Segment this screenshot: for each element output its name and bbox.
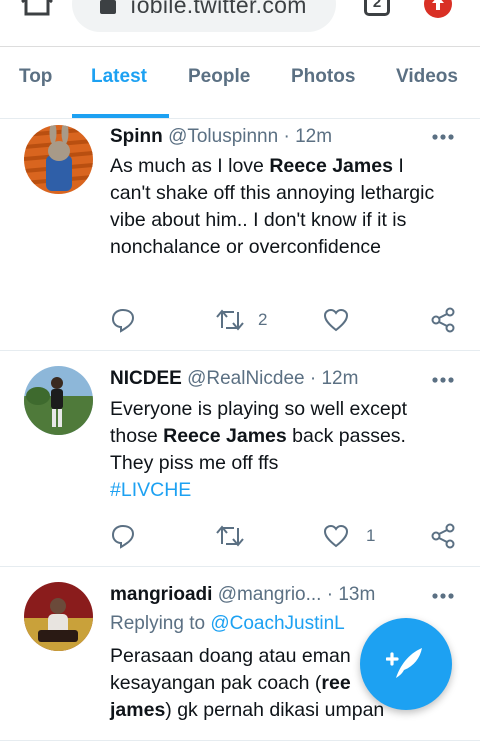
update-icon[interactable]: [424, 0, 452, 18]
highlighted-term: ree: [321, 672, 351, 694]
search-tabs: Top Latest People Photos Videos: [0, 46, 480, 119]
user-handle[interactable]: @Toluspinnn: [168, 126, 278, 147]
display-name[interactable]: Spinn: [110, 126, 163, 147]
tab-videos[interactable]: Videos: [396, 66, 458, 88]
active-tab-indicator: [72, 114, 169, 118]
like-count: 1: [366, 526, 376, 545]
tweet[interactable]: NICDEE @RealNicdee · 12m Everyone is pla…: [0, 351, 480, 566]
separator-dot: ·: [326, 584, 334, 605]
share-icon[interactable]: [430, 523, 456, 549]
reply-icon[interactable]: [110, 307, 136, 333]
avatar[interactable]: [24, 366, 93, 435]
compose-tweet-button[interactable]: [360, 618, 452, 710]
hashtag-link[interactable]: #LIVCHE: [110, 479, 191, 501]
tab-photos[interactable]: Photos: [291, 66, 355, 88]
avatar[interactable]: [24, 582, 93, 651]
tweet-header: NICDEE @RealNicdee · 12m: [110, 368, 358, 390]
user-handle[interactable]: @RealNicdee: [187, 368, 305, 389]
more-options-icon[interactable]: [431, 133, 455, 141]
timestamp[interactable]: 13m: [338, 584, 375, 605]
highlighted-term: james: [110, 699, 166, 721]
highlighted-term: Reece James: [269, 155, 393, 177]
lock-icon: [100, 0, 116, 14]
retweet-icon[interactable]: [216, 308, 244, 332]
url-text[interactable]: ıobile.twitter.com: [130, 0, 307, 19]
more-options-icon[interactable]: [431, 592, 455, 600]
heart-icon[interactable]: [323, 308, 349, 332]
mention-link[interactable]: @CoachJustinL: [210, 613, 344, 634]
compose-tweet-icon: [386, 648, 422, 678]
user-handle[interactable]: @mangrio...: [218, 584, 322, 605]
heart-icon[interactable]: [323, 524, 349, 548]
highlighted-term: Reece James: [163, 425, 287, 447]
tab-people[interactable]: People: [188, 66, 250, 88]
separator-dot: ·: [283, 126, 290, 147]
reply-icon[interactable]: [110, 523, 136, 549]
avatar[interactable]: [24, 125, 93, 194]
tab-switcher-button[interactable]: 2: [364, 0, 390, 16]
retweet-count: 2: [258, 310, 268, 329]
tweet-header: mangrioadi @mangrio... · 13m: [110, 584, 375, 606]
replying-to: Replying to @CoachJustinL: [110, 613, 345, 634]
timestamp[interactable]: 12m: [295, 126, 332, 147]
tweet[interactable]: Spinn @Toluspinnn · 12m As much as I lov…: [0, 119, 480, 350]
tweet-divider: [0, 740, 480, 741]
home-icon[interactable]: [20, 0, 54, 20]
display-name[interactable]: mangrioadi: [110, 584, 212, 605]
tab-latest[interactable]: Latest: [91, 66, 147, 88]
display-name[interactable]: NICDEE: [110, 368, 182, 389]
tweet-header: Spinn @Toluspinnn · 12m: [110, 126, 332, 148]
separator-dot: ·: [309, 368, 317, 389]
retweet-icon[interactable]: [216, 524, 244, 548]
tweet-text: Everyone is playing so well except those…: [110, 398, 407, 501]
tab-top[interactable]: Top: [19, 66, 52, 88]
share-icon[interactable]: [430, 307, 456, 333]
timestamp[interactable]: 12m: [321, 368, 358, 389]
tweet-text: As much as I love Reece James I can't sh…: [110, 155, 435, 258]
more-options-icon[interactable]: [431, 376, 455, 384]
browser-toolbar: ıobile.twitter.com 2: [0, 0, 480, 47]
